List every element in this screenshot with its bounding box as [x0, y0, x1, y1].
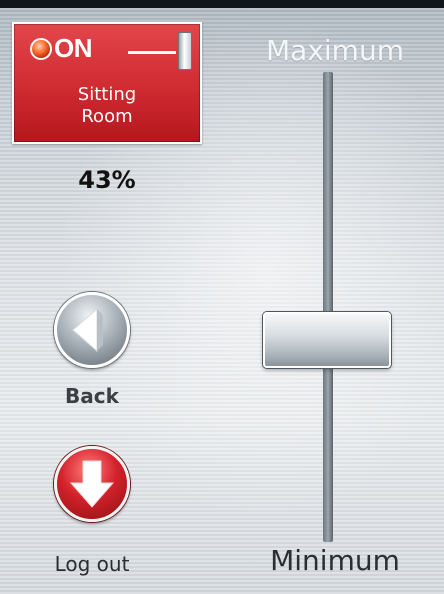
- slider-min-label: Minimum: [270, 544, 400, 577]
- toggle-track[interactable]: [128, 51, 176, 54]
- back-label: Back: [65, 384, 119, 408]
- play-left-icon: [72, 307, 103, 353]
- light-switch-tile[interactable]: ON Sitting Room: [12, 22, 202, 144]
- power-state-label: ON: [54, 33, 93, 63]
- brightness-level-readout: 43%: [78, 166, 136, 194]
- back-button[interactable]: [54, 292, 130, 368]
- status-led-icon: [30, 38, 52, 60]
- toggle-knob[interactable]: [178, 32, 192, 70]
- room-name: Sitting Room: [77, 84, 137, 127]
- arrow-down-icon: [69, 460, 115, 508]
- dimmer-control-screen: ON Sitting Room 43% Back Log out Maximum…: [0, 0, 444, 594]
- slider-max-label: Maximum: [266, 34, 404, 67]
- dimmer-slider-thumb[interactable]: [263, 312, 391, 368]
- dimmer-slider-track[interactable]: [323, 72, 333, 542]
- logout-label: Log out: [54, 552, 130, 576]
- logout-button[interactable]: [54, 446, 130, 522]
